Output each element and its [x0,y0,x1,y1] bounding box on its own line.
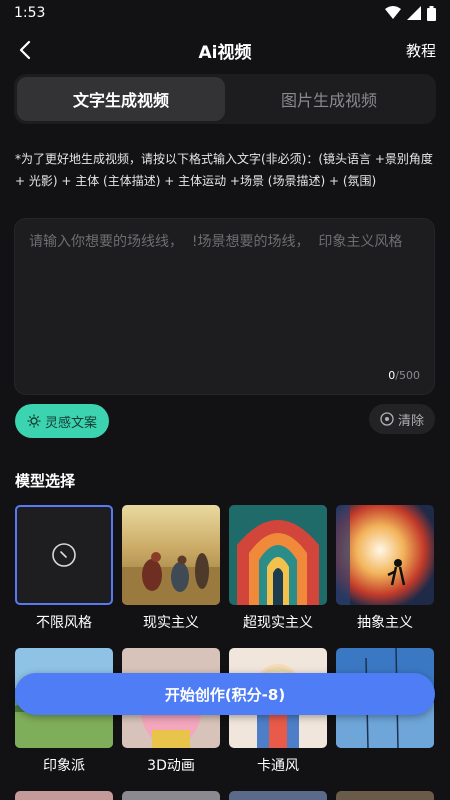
surrealism-thumbnail [229,505,327,605]
inspiration-button[interactable]: 灵感文案 [15,404,109,438]
model-tile-realism[interactable] [122,505,220,605]
model-label: 超现实主义 [243,615,313,631]
model-tile-row3[interactable] [122,791,220,800]
model-label: 不限风格 [36,615,92,631]
clear-icon [380,412,394,426]
clear-label: 清除 [397,413,424,429]
realism-thumbnail [122,505,220,605]
model-label: 现实主义 [143,615,199,631]
no-style-icon [52,543,76,567]
tutorial-link[interactable]: 教程 [406,40,436,61]
model-tile-row3[interactable] [336,791,434,800]
tab-text-to-video[interactable]: 文字生成视频 [17,77,225,121]
model-tile-surrealism[interactable] [229,505,327,605]
abstract-thumbnail [336,505,434,605]
mode-tabs: 文字生成视频 图片生成视频 [14,74,436,124]
char-counter: 0/500 [388,369,420,382]
model-tile-row3[interactable] [15,791,113,800]
inspiration-label: 灵感文案 [44,415,97,431]
model-tile-unlimited[interactable] [15,505,113,605]
status-icons [385,5,436,21]
model-label: 3D动画 [147,758,195,774]
sun-icon [27,414,41,428]
model-tile-row3[interactable] [229,791,327,800]
wifi-icon [385,6,401,19]
model-label: 抽象主义 [357,615,413,631]
start-create-button[interactable]: 开始创作(积分-8) [15,673,435,715]
prompt-box: 0/500 [14,218,435,395]
format-hint: *为了更好地生成视频，请按以下格式输入文字(非必须)：(镜头语言 +景别角度+ … [15,152,433,188]
back-arrow-icon[interactable] [14,38,38,62]
status-time: 1:53 [14,5,46,21]
model-label: 卡通风 [257,758,299,774]
tab-image-to-video[interactable]: 图片生成视频 [225,77,433,121]
char-max: /500 [395,369,420,382]
model-section-title: 模型选择 [15,472,76,490]
top-nav: Ai视频 教程 [0,30,450,70]
signal-icon [407,6,421,20]
page-title: Ai视频 [198,42,252,63]
battery-icon [427,5,436,21]
clear-button[interactable]: 清除 [369,404,435,434]
model-label: 印象派 [43,758,85,774]
prompt-input[interactable] [29,229,420,349]
status-bar: 1:53 [0,0,450,26]
model-tile-abstract[interactable] [336,505,434,605]
